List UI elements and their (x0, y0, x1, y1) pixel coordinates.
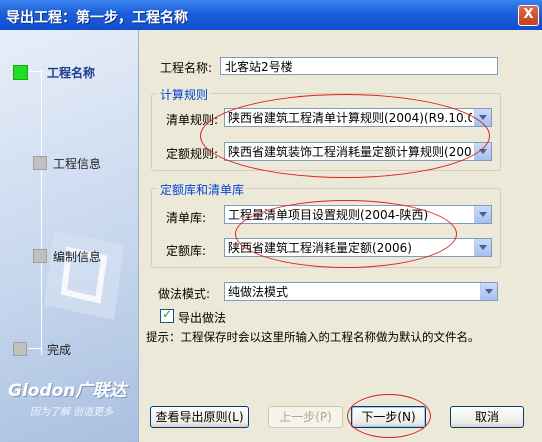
step-label: 完成 (47, 343, 72, 357)
chevron-down-icon[interactable] (474, 143, 491, 160)
quota-lib-select[interactable]: 陕西省建筑工程消耗量定额(2006) (224, 238, 492, 257)
quota-rule-value: 陕西省建筑装饰工程消耗量定额计算规则(2004 (228, 145, 472, 159)
chevron-down-icon[interactable] (474, 109, 491, 126)
calc-rules-title: 计算规则 (158, 86, 211, 103)
method-select[interactable]: 纯做法模式 (224, 282, 498, 301)
view-export-rules-button[interactable]: 查看导出原则(L) (150, 406, 249, 428)
step-finish: 完成 (0, 338, 138, 360)
next-button[interactable]: 下一步(N) (351, 406, 426, 428)
method-label: 做法模式: (158, 287, 211, 301)
cancel-button[interactable]: 取消 (450, 406, 524, 428)
glodon-logo: Glodon广联达 (8, 381, 127, 401)
step-compile-info: 编制信息 (0, 245, 138, 267)
quota-lib-value: 陕西省建筑工程消耗量定额(2006) (228, 241, 412, 255)
method-value: 纯做法模式 (228, 285, 289, 299)
step-indicator (33, 156, 47, 170)
list-rule-value: 陕西省建筑工程清单计算规则(2004)(R9.10.0. (228, 111, 472, 125)
chevron-down-icon[interactable] (474, 239, 491, 256)
step-label: 工程名称 (47, 66, 96, 80)
watermark-graphic (44, 230, 124, 320)
step-indicator-active (13, 65, 28, 80)
quota-rule-label: 定额规则: (166, 147, 219, 161)
list-lib-label: 清单库: (166, 211, 207, 225)
chevron-down-icon[interactable] (474, 206, 491, 223)
list-rule-label: 清单规则: (166, 113, 219, 127)
export-method-checkbox[interactable] (160, 307, 174, 323)
brand-slogan: 因为了解 创造更多 (30, 407, 114, 418)
library-title: 定额库和清单库 (158, 181, 247, 198)
prev-button[interactable]: 上一步(P) (268, 406, 343, 428)
close-button[interactable]: X (518, 5, 539, 26)
steps-connector (41, 70, 42, 355)
step-indicator (13, 342, 27, 356)
list-rule-select[interactable]: 陕西省建筑工程清单计算规则(2004)(R9.10.0. (224, 108, 492, 127)
list-lib-value: 工程量清单项目设置规则(2004-陕西) (228, 208, 429, 222)
hint-text: 提示：工程保存时会以这里所输入的工程名称做为默认的文件名。 (146, 330, 480, 344)
step-project-name: 工程名称 (0, 61, 138, 83)
title-bar: 导出工程：第一步，工程名称 X (0, 0, 542, 30)
step-indicator (33, 249, 47, 263)
wizard-steps-panel: 工程名称 工程信息 编制信息 完成 Glodon广联达 因为了解 创造更多 (0, 30, 139, 442)
export-method-label: 导出做法 (178, 311, 227, 325)
project-name-label: 工程名称: (160, 61, 213, 75)
window-title: 导出工程：第一步，工程名称 (6, 10, 188, 26)
step-project-info: 工程信息 (0, 152, 138, 174)
step-label: 工程信息 (53, 157, 102, 171)
quota-rule-select[interactable]: 陕西省建筑装饰工程消耗量定额计算规则(2004 (224, 142, 492, 161)
chevron-down-icon[interactable] (480, 283, 497, 300)
step-label: 编制信息 (53, 250, 102, 264)
list-lib-select[interactable]: 工程量清单项目设置规则(2004-陕西) (224, 205, 492, 224)
quota-lib-label: 定额库: (166, 244, 207, 258)
project-name-input[interactable] (220, 57, 498, 75)
